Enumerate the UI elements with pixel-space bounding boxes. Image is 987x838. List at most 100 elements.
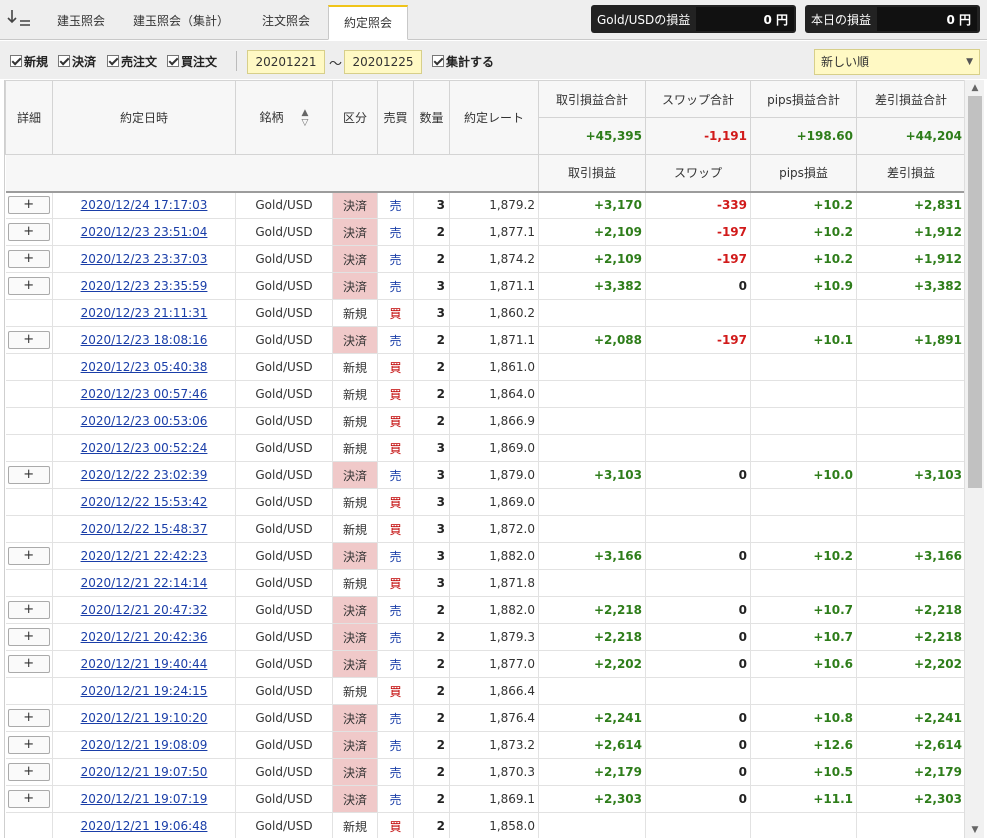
header-rate: 約定レート	[449, 80, 539, 155]
vertical-scrollbar[interactable]: ▲ ▼	[964, 80, 984, 838]
expand-detail-button[interactable]: +	[7, 250, 50, 268]
trade-pl-cell	[538, 488, 646, 516]
detail-cell: +	[5, 704, 53, 732]
trade-pl-cell: +2,179	[538, 758, 646, 786]
aggregate-checkbox[interactable]: 集計する	[432, 53, 494, 69]
rate-cell: 1,877.0	[449, 650, 539, 678]
filter-sell-checkbox[interactable]: 売注文	[107, 53, 157, 69]
execution-date-link[interactable]: 2020/12/23 00:57:46	[81, 387, 208, 401]
execution-date-link[interactable]: 2020/12/21 19:07:50	[81, 765, 208, 779]
date-cell: 2020/12/23 00:57:46	[52, 380, 236, 408]
swap-cell	[645, 380, 751, 408]
trade-pl-cell	[538, 380, 646, 408]
trade-pl-cell: +2,614	[538, 731, 646, 759]
symbol-cell: Gold/USD	[235, 353, 333, 381]
expand-detail-button[interactable]: +	[7, 736, 50, 754]
symbol-cell: Gold/USD	[235, 569, 333, 597]
scroll-up-icon[interactable]: ▲	[965, 80, 985, 96]
trade-pl-cell	[538, 407, 646, 435]
qty-cell: 2	[413, 245, 450, 273]
expand-detail-button[interactable]: +	[7, 331, 50, 349]
table-row: 2020/12/21 22:14:14 Gold/USD 新規買 3 1,871.8	[5, 569, 964, 597]
expand-detail-button[interactable]: +	[7, 466, 50, 484]
execution-date-link[interactable]: 2020/12/23 05:40:38	[81, 360, 208, 374]
scroll-thumb[interactable]	[968, 96, 982, 488]
sort-down-icon[interactable]	[6, 8, 34, 32]
expand-detail-button[interactable]: +	[7, 547, 50, 565]
swap-cell	[645, 812, 751, 838]
scroll-down-icon[interactable]: ▼	[965, 822, 985, 838]
expand-detail-button[interactable]: +	[7, 709, 50, 727]
date-cell: 2020/12/22 15:48:37	[52, 515, 236, 543]
tab-orders[interactable]: 注文照会	[244, 5, 328, 40]
symbol-cell: Gold/USD	[235, 704, 333, 732]
table-row: 2020/12/23 00:52:24 Gold/USD 新規買 3 1,869.0	[5, 434, 964, 462]
expand-detail-button[interactable]: +	[7, 763, 50, 781]
tab-executions[interactable]: 約定照会	[328, 5, 408, 40]
execution-date-link[interactable]: 2020/12/22 15:53:42	[81, 495, 208, 509]
symbol-cell: Gold/USD	[235, 218, 333, 246]
tab-positions-summary[interactable]: 建玉照会（集計）	[122, 5, 240, 40]
filter-settle-label: 決済	[72, 54, 97, 69]
filter-buy-checkbox[interactable]: 買注文	[167, 53, 217, 69]
execution-date-link[interactable]: 2020/12/21 19:24:15	[81, 684, 208, 698]
execution-date-link[interactable]: 2020/12/23 18:08:16	[81, 333, 208, 347]
kbn-cell: 新規	[332, 380, 378, 408]
execution-date-link[interactable]: 2020/12/21 22:42:23	[81, 549, 208, 563]
date-from-input[interactable]: 20201221	[247, 50, 325, 74]
execution-date-link[interactable]: 2020/12/23 23:37:03	[81, 252, 208, 266]
execution-date-link[interactable]: 2020/12/23 00:53:06	[81, 414, 208, 428]
side-cell: 売	[377, 758, 414, 786]
filter-settle-checkbox[interactable]: 決済	[58, 53, 96, 69]
expand-detail-button[interactable]: +	[7, 223, 50, 241]
execution-date-link[interactable]: 2020/12/21 20:42:36	[81, 630, 208, 644]
aggregate-label: 集計する	[446, 54, 495, 69]
swap-cell: 0	[645, 461, 751, 489]
execution-date-link[interactable]: 2020/12/23 23:51:04	[81, 225, 208, 239]
filter-bar: 新規 決済 売注文 買注文 20201221 ～ 20201225 集計する 新…	[0, 41, 987, 79]
execution-date-link[interactable]: 2020/12/21 19:40:44	[81, 657, 208, 671]
expand-detail-button[interactable]: +	[7, 196, 50, 215]
execution-date-link[interactable]: 2020/12/22 23:02:39	[81, 468, 208, 482]
qty-cell: 2	[413, 623, 450, 651]
swap-cell: -339	[645, 191, 751, 219]
execution-date-link[interactable]: 2020/12/23 23:35:59	[81, 279, 208, 293]
execution-date-link[interactable]: 2020/12/21 19:07:19	[81, 792, 208, 806]
execution-date-link[interactable]: 2020/12/23 21:11:31	[81, 306, 208, 320]
sort-arrows-icon[interactable]: ▲ ▽	[302, 108, 309, 128]
sort-order-select[interactable]: 新しい順 ▼	[814, 49, 980, 75]
execution-date-link[interactable]: 2020/12/21 19:08:09	[81, 738, 208, 752]
trade-pl-cell	[538, 299, 646, 327]
date-to-input[interactable]: 20201225	[344, 50, 422, 74]
detail-cell	[5, 569, 53, 597]
pips-cell: +10.2	[750, 191, 857, 219]
execution-date-link[interactable]: 2020/12/21 19:06:48	[81, 819, 208, 833]
expand-detail-button[interactable]: +	[7, 790, 50, 808]
execution-date-link[interactable]: 2020/12/21 19:10:20	[81, 711, 208, 725]
date-cell: 2020/12/23 18:08:16	[52, 326, 236, 354]
kbn-cell: 新規	[332, 569, 378, 597]
qty-cell: 2	[413, 650, 450, 678]
expand-detail-button[interactable]: +	[7, 628, 50, 646]
tab-positions[interactable]: 建玉照会	[40, 5, 122, 40]
date-cell: 2020/12/21 20:47:32	[52, 596, 236, 624]
execution-date-link[interactable]: 2020/12/21 20:47:32	[81, 603, 208, 617]
table-row: 2020/12/22 15:53:42 Gold/USD 新規買 3 1,869.0	[5, 488, 964, 516]
execution-date-link[interactable]: 2020/12/22 15:48:37	[81, 522, 208, 536]
header-date[interactable]: 約定日時	[52, 80, 236, 155]
execution-date-link[interactable]: 2020/12/21 22:14:14	[81, 576, 208, 590]
expand-detail-button[interactable]: +	[7, 277, 50, 295]
net-cell: +2,202	[856, 650, 964, 678]
header-swap: スワップ	[645, 154, 751, 193]
qty-cell: 3	[413, 434, 450, 462]
expand-detail-button[interactable]: +	[7, 601, 50, 619]
swap-cell: 0	[645, 650, 751, 678]
symbol-cell: Gold/USD	[235, 542, 333, 570]
side-cell: 買	[377, 434, 414, 462]
filter-new-checkbox[interactable]: 新規	[10, 53, 48, 69]
execution-date-link[interactable]: 2020/12/23 00:52:24	[81, 441, 208, 455]
expand-detail-button[interactable]: +	[7, 655, 50, 673]
qty-cell: 2	[413, 731, 450, 759]
execution-date-link[interactable]: 2020/12/24 17:17:03	[81, 198, 208, 212]
header-symbol[interactable]: 銘柄 ▲ ▽	[235, 80, 333, 155]
